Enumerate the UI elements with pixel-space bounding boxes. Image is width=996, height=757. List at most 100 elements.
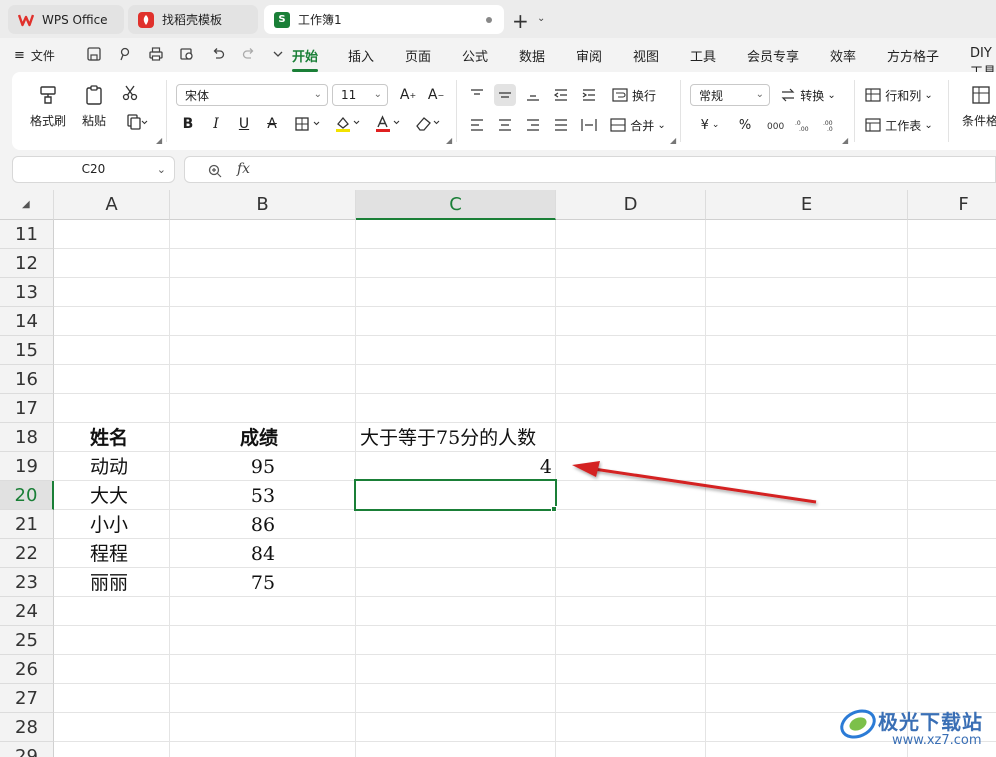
unsaved-dot-icon[interactable] xyxy=(486,17,492,23)
row-header-28[interactable]: 28 xyxy=(0,713,54,742)
menu-tools[interactable]: 工具 xyxy=(690,46,716,65)
row-header-14[interactable]: 14 xyxy=(0,307,54,336)
row-header-24[interactable]: 24 xyxy=(0,597,54,626)
cut-button[interactable] xyxy=(118,84,142,102)
decrease-decimal-icon[interactable]: .00.0 xyxy=(820,114,842,136)
dialog-launcher-icon[interactable]: ◢ xyxy=(842,136,848,145)
tab-docer-templates[interactable]: 找稻壳模板 xyxy=(128,5,258,34)
worksheet-button[interactable]: 工作表 ⌄ xyxy=(862,114,936,136)
link-icon[interactable] xyxy=(117,46,133,62)
cell-a18[interactable]: 姓名 xyxy=(90,424,128,453)
menu-review[interactable]: 审阅 xyxy=(576,46,602,65)
increase-indent-icon[interactable] xyxy=(578,84,600,106)
distributed-align-icon[interactable] xyxy=(578,114,600,136)
row-header-27[interactable]: 27 xyxy=(0,684,54,713)
print-icon[interactable] xyxy=(148,46,164,62)
file-menu[interactable]: ≡ 文件 xyxy=(14,47,55,64)
decrease-indent-icon[interactable] xyxy=(550,84,572,106)
justify-icon[interactable] xyxy=(550,114,572,136)
merge-button[interactable]: 合并 ⌄ xyxy=(608,114,668,136)
row-header-19[interactable]: 19 xyxy=(0,452,54,481)
column-header-a[interactable]: A xyxy=(54,190,170,220)
increase-font-icon[interactable]: A + xyxy=(398,85,418,105)
formula-input[interactable]: fx xyxy=(184,156,996,183)
column-header-b[interactable]: B xyxy=(170,190,356,220)
row-header-25[interactable]: 25 xyxy=(0,626,54,655)
percent-button[interactable]: % xyxy=(734,114,756,136)
cell-a22[interactable]: 程程 xyxy=(90,540,128,569)
menu-member[interactable]: 会员专享 xyxy=(747,46,799,65)
cell-a19[interactable]: 动动 xyxy=(90,453,128,482)
font-color-button[interactable] xyxy=(372,114,406,134)
row-header-26[interactable]: 26 xyxy=(0,655,54,684)
column-header-c[interactable]: C xyxy=(356,190,556,220)
menu-efficiency[interactable]: 效率 xyxy=(830,46,856,65)
currency-button[interactable]: ¥ ⌄ xyxy=(696,114,724,136)
cell-b19[interactable]: 95 xyxy=(170,453,356,482)
cell-a23[interactable]: 丽丽 xyxy=(90,569,128,598)
row-header-17[interactable]: 17 xyxy=(0,394,54,423)
zoom-search-icon[interactable] xyxy=(207,163,223,179)
row-header-18[interactable]: 18 xyxy=(0,423,54,452)
row-header-22[interactable]: 22 xyxy=(0,539,54,568)
align-top-icon[interactable] xyxy=(466,84,488,106)
menu-data[interactable]: 数据 xyxy=(519,46,545,65)
row-header-20[interactable]: 20 xyxy=(0,481,54,510)
conditional-format-button[interactable]: 条件格式 xyxy=(956,84,996,129)
fill-handle[interactable] xyxy=(551,506,557,512)
name-box[interactable]: C20 ⌄ xyxy=(12,156,175,183)
cell-b20[interactable]: 53 xyxy=(170,482,356,511)
dialog-launcher-icon[interactable]: ◢ xyxy=(446,136,452,145)
row-header-13[interactable]: 13 xyxy=(0,278,54,307)
dialog-launcher-icon[interactable]: ◢ xyxy=(156,136,162,145)
selected-cell-c20[interactable] xyxy=(354,479,557,511)
print-preview-icon[interactable] xyxy=(179,46,195,62)
copy-button[interactable] xyxy=(122,114,152,130)
cell-c18[interactable]: 大于等于75分的人数 xyxy=(360,424,536,453)
chevron-down-icon[interactable] xyxy=(272,46,284,62)
menu-view[interactable]: 视图 xyxy=(633,46,659,65)
menu-fangfang[interactable]: 方方格子 xyxy=(887,46,939,65)
column-header-d[interactable]: D xyxy=(556,190,706,220)
thousands-separator-icon[interactable]: 000 xyxy=(764,114,786,136)
cell-a20[interactable]: 大大 xyxy=(90,482,128,511)
align-left-icon[interactable] xyxy=(466,114,488,136)
redo-icon[interactable] xyxy=(241,46,257,62)
align-center-icon[interactable] xyxy=(494,114,516,136)
cell-b23[interactable]: 75 xyxy=(170,569,356,598)
save-icon[interactable] xyxy=(86,46,102,62)
fill-color-button[interactable] xyxy=(332,114,366,134)
row-header-29[interactable]: 29 xyxy=(0,742,54,757)
select-all-corner[interactable]: ◢ xyxy=(0,190,54,220)
column-header-e[interactable]: E xyxy=(706,190,908,220)
chevron-down-icon[interactable]: ⌄ xyxy=(157,157,166,182)
font-size-select[interactable]: 11 ⌄ xyxy=(332,84,388,106)
cell-a21[interactable]: 小小 xyxy=(90,511,128,540)
row-header-12[interactable]: 12 xyxy=(0,249,54,278)
rows-columns-button[interactable]: 行和列 ⌄ xyxy=(862,84,936,106)
spreadsheet-grid[interactable]: ◢ A B C D E F 11 12 13 14 15 16 17 18 19… xyxy=(0,190,996,757)
row-header-11[interactable]: 11 xyxy=(0,220,54,249)
paste-button[interactable]: 粘贴 xyxy=(74,84,114,129)
number-format-select[interactable]: 常规 ⌄ xyxy=(690,84,770,106)
italic-icon[interactable]: I xyxy=(206,114,226,134)
underline-icon[interactable]: U xyxy=(234,114,254,134)
clear-format-button[interactable] xyxy=(412,114,446,134)
decrease-font-icon[interactable]: A − xyxy=(426,85,446,105)
tab-wps-office[interactable]: WPS Office xyxy=(8,5,124,34)
cell-b22[interactable]: 84 xyxy=(170,540,356,569)
row-header-15[interactable]: 15 xyxy=(0,336,54,365)
menu-insert[interactable]: 插入 xyxy=(348,46,374,65)
borders-button[interactable] xyxy=(292,114,326,134)
column-header-f[interactable]: F xyxy=(908,190,996,220)
cell-b18[interactable]: 成绩 xyxy=(240,424,278,453)
strikethrough-icon[interactable]: A xyxy=(262,114,282,134)
format-painter-button[interactable]: 格式刷 xyxy=(28,84,68,129)
tab-workbook[interactable]: S 工作簿1 xyxy=(264,5,504,34)
undo-icon[interactable] xyxy=(210,46,226,62)
align-middle-icon[interactable] xyxy=(494,84,516,106)
chevron-down-icon[interactable]: ⌄ xyxy=(537,13,545,24)
cell-c19[interactable]: 4 xyxy=(360,453,552,482)
menu-home[interactable]: 开始 xyxy=(292,46,319,72)
fx-icon[interactable]: fx xyxy=(237,161,250,177)
